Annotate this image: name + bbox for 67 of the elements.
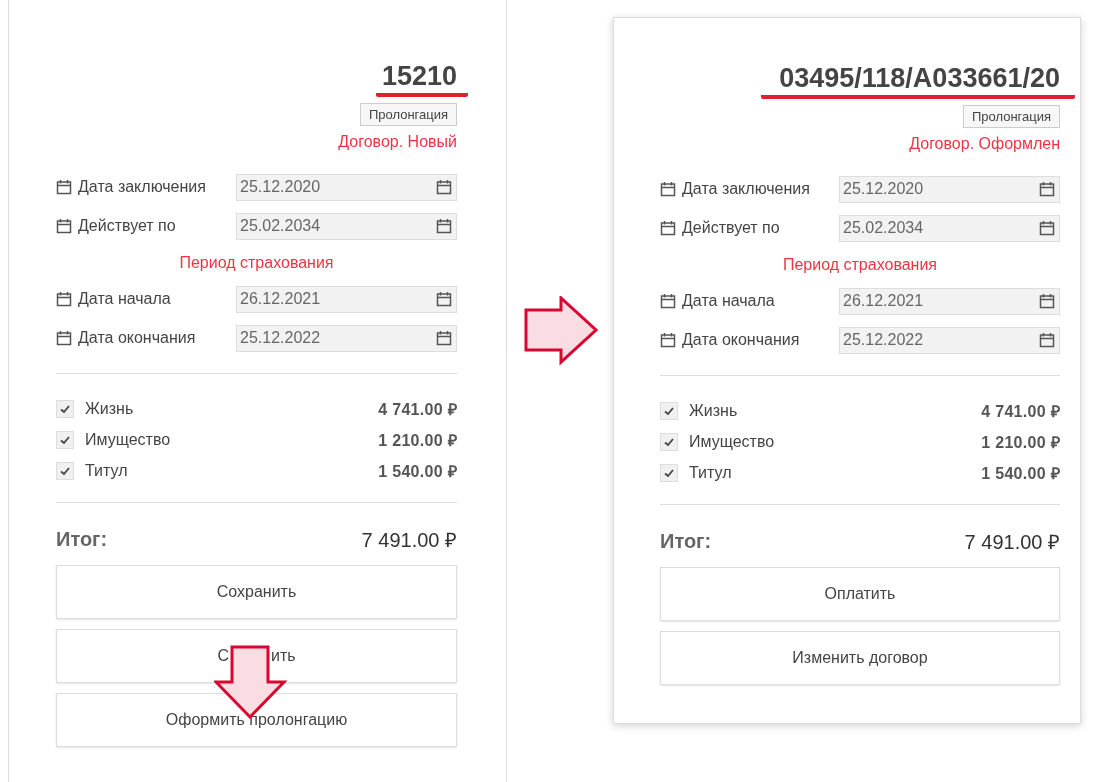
coverage-label: Имущество [85,430,172,449]
calendar-icon[interactable] [436,330,452,346]
field-label: Дата начала [682,292,775,310]
date-field[interactable]: 26.12.2021 [236,285,457,313]
contract-number: 15210 [375,60,468,97]
field-label: Действует по [78,217,176,235]
field-label: Действует по [682,219,780,237]
prolongation-tag: Пролонгация [359,103,457,126]
checkbox[interactable] [660,401,678,420]
calendar-icon[interactable] [436,291,452,307]
coverage-label: Жизнь [85,399,135,418]
field-label: Дата заключения [682,180,810,198]
section-heading: Период страхования [179,254,334,271]
calendar-icon [660,332,676,348]
action-button[interactable]: Оплатить [660,567,1060,621]
date-field[interactable]: 25.12.2022 [236,324,457,352]
contract-number: 03495/118/A033661/20 [761,62,1075,99]
action-button[interactable]: С ить [56,629,457,683]
field-label: Дата окончания [682,331,800,349]
action-button[interactable]: Сохранить [56,565,457,619]
total-label: Итог: [56,528,108,551]
action-button[interactable]: Оформить пролонгацию [56,693,457,747]
action-button[interactable]: Изменить договор [660,631,1060,685]
coverage-amount: 1 540.00 ₽ [378,461,457,482]
checkbox[interactable] [56,399,74,418]
coverage-amount: 1 540.00 ₽ [981,463,1060,484]
calendar-icon [56,291,72,307]
calendar-icon [660,220,676,236]
calendar-icon[interactable] [1039,332,1055,348]
calendar-icon[interactable] [1039,181,1055,197]
checkbox[interactable] [56,461,74,480]
total-label: Итог: [660,530,712,553]
field-label: Дата окончания [78,329,196,347]
date-field[interactable]: 25.02.2034 [839,214,1060,242]
coverage-amount: 1 210.00 ₽ [378,430,457,451]
date-field[interactable]: 25.02.2034 [236,212,457,240]
date-field[interactable]: 25.12.2020 [236,173,457,201]
coverage-amount: 4 741.00 ₽ [378,399,457,420]
date-field[interactable]: 25.12.2022 [839,326,1060,354]
calendar-icon [660,293,676,309]
calendar-icon[interactable] [436,179,452,195]
calendar-icon [660,181,676,197]
coverage-amount: 1 210.00 ₽ [981,432,1060,453]
contract-status: Договор. Оформлен [909,134,1060,154]
calendar-icon[interactable] [436,218,452,234]
calendar-icon [56,330,72,346]
date-field[interactable]: 26.12.2021 [839,287,1060,315]
coverage-label: Имущество [689,432,776,451]
calendar-icon[interactable] [1039,220,1055,236]
calendar-icon [56,218,72,234]
coverage-label: Титул [85,461,129,480]
date-field[interactable]: 25.12.2020 [839,175,1060,203]
calendar-icon[interactable] [1039,293,1055,309]
checkbox[interactable] [56,430,74,449]
coverage-label: Титул [689,463,733,482]
calendar-icon [56,179,72,195]
field-label: Дата заключения [78,178,206,196]
contract-status: Договор. Новый [338,132,457,152]
checkbox[interactable] [660,432,678,451]
checkbox[interactable] [660,463,678,482]
field-label: Дата начала [78,290,171,308]
total-amount: 7 491.00 ₽ [964,530,1060,555]
section-heading: Период страхования [782,256,938,273]
prolongation-tag: Пролонгация [962,105,1060,128]
coverage-label: Жизнь [689,401,739,420]
total-amount: 7 491.00 ₽ [361,528,457,553]
coverage-amount: 4 741.00 ₽ [981,401,1060,422]
